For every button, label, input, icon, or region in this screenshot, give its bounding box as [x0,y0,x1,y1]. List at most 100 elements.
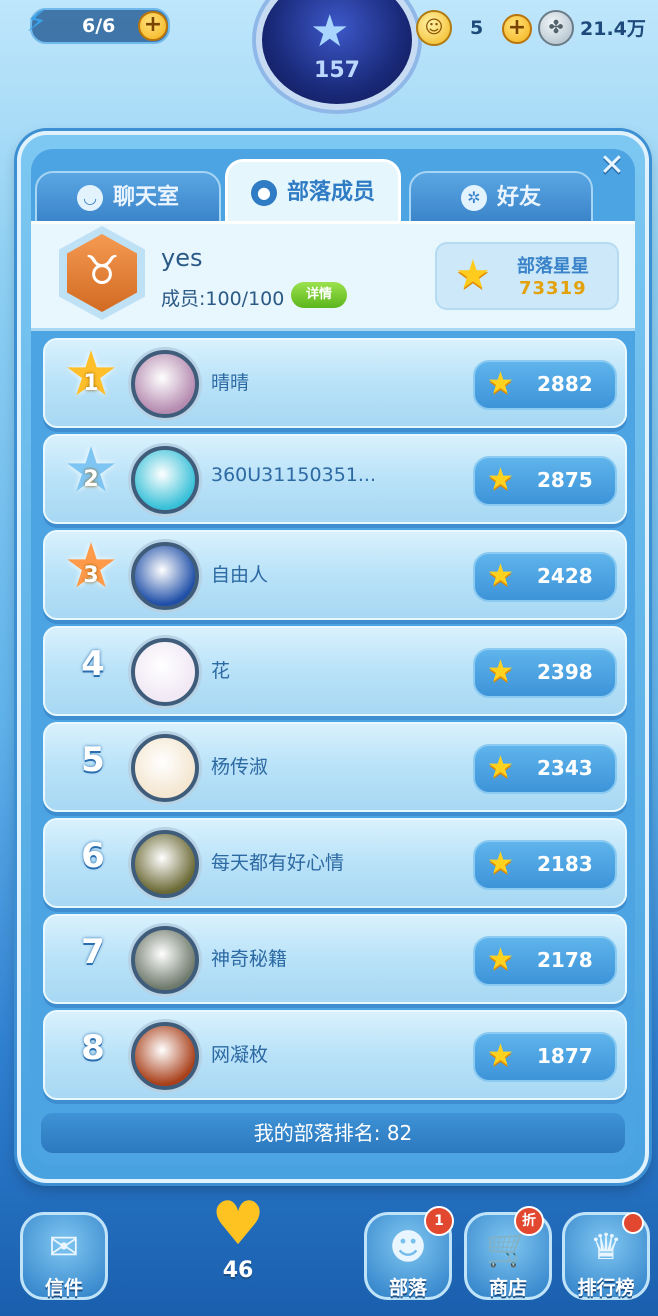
avatar[interactable] [131,446,199,514]
member-row[interactable]: 4 花 ★ 2398 [43,626,627,716]
mail-icon: ✉ [48,1227,80,1268]
score-value: 2882 [537,372,593,396]
score-box: ★ 2343 [473,744,617,794]
tribe-stars-label: 部落星星 [517,256,589,277]
star-icon: ★ [487,654,514,689]
score-value: 1877 [537,1044,593,1068]
gold-medal-icon: ★ 1 [61,343,121,405]
player-name: 自由人 [211,564,269,586]
player-name: 网凝枚 [211,1044,269,1066]
score-value: 2398 [537,660,593,684]
star-icon: ★ [487,942,514,977]
member-row[interactable]: 8 网凝枚 ★ 1877 [43,1010,627,1100]
details-button[interactable]: 详情 [291,282,347,308]
shop-label: 商店 [488,1277,527,1299]
star-icon: ★ [487,846,514,881]
score-value: 2875 [537,468,593,492]
tab-chat[interactable]: ◡ 聊天室 [35,171,221,225]
member-row[interactable]: ★ 3 自由人 ★ 2428 [43,530,627,620]
score-value: 2178 [537,948,593,972]
ranking-notification-dot [622,1212,644,1234]
heart-icon[interactable]: ♥ [206,1194,270,1254]
rank-number: 5 [81,740,105,780]
shop-discount-badge: 折 [514,1206,544,1236]
rank-number: 4 [81,644,105,684]
score-box: ★ 1877 [473,1032,617,1082]
score-box: ★ 2875 [473,456,617,506]
member-row[interactable]: ★ 2 360U31150351... ★ 2875 [43,434,627,524]
hearts-count: 46 [222,1258,254,1283]
clover-icon: ✤ [538,10,574,46]
silver-medal-icon: ★ 2 [61,439,121,501]
tribe-panel: ✕ ◡ 聊天室 ● 部落成员 ✲ 好友 ♉ yes 成员:100/100 详情 ★ 部… [17,131,649,1183]
tribe-label: 部落 [388,1277,427,1299]
score-value: 2343 [537,756,593,780]
star-icon: ★ [455,252,491,298]
rank-number: 8 [81,1028,105,1068]
tribe-members-count: 成员:100/100 [161,288,285,310]
close-button[interactable]: ✕ [595,149,629,183]
level-orb[interactable]: ★ 157 [256,0,418,110]
rank-number: 2 [83,467,99,492]
chat-icon: ◡ [76,185,103,211]
member-row[interactable]: 5 杨传淑 ★ 2343 [43,722,627,812]
avatar[interactable] [131,1022,199,1090]
coins-pill: 5 + [446,12,536,44]
star-icon: ★ [487,558,514,593]
tab-friends[interactable]: ✲ 好友 [409,171,593,225]
tab-label: 好友 [496,185,541,210]
avatar[interactable] [131,830,199,898]
energy-pill: ⚡ 6/6 + [26,6,170,44]
member-row[interactable]: 6 每天都有好心情 ★ 2183 [43,818,627,908]
tribe-header: ♉ yes 成员:100/100 详情 ★ 部落星星 73319 [31,221,635,331]
top-hud: ⚡ 6/6 + ★ 157 ☺ 5 + ✤ 21.4万 [0,0,658,110]
friends-icon: ✲ [460,185,487,211]
player-name: 神奇秘籍 [211,948,288,970]
star-icon: ★ [310,6,350,57]
member-row[interactable]: 7 神奇秘籍 ★ 2178 [43,914,627,1004]
score-box: ★ 2428 [473,552,617,602]
tab-members[interactable]: ● 部落成员 [225,159,401,229]
mail-label: 信件 [44,1277,83,1299]
player-name: 每天都有好心情 [211,852,345,874]
energy-value: 6/6 [82,15,116,37]
score-value: 2428 [537,564,593,588]
avatar[interactable] [131,734,199,802]
avatar[interactable] [131,350,199,418]
add-coins-button[interactable]: + [502,14,532,44]
rank-number: 6 [81,836,105,876]
bronze-medal-icon: ★ 3 [61,535,121,597]
avatar[interactable] [131,542,199,610]
star-icon: ★ [487,750,514,785]
level-number: 157 [314,58,360,83]
tribe-notification-badge: 1 [424,1206,454,1236]
tribe-name: yes [161,244,203,272]
tribe-stars-value: 73319 [519,278,587,299]
taurus-icon: ♉ [84,248,120,294]
score-box: ★ 2882 [473,360,617,410]
lightning-icon: ⚡ [26,4,48,39]
my-tribe-rank: 我的部落排名: 82 [41,1113,625,1153]
star-icon: ★ [487,1038,514,1073]
star-icon: ★ [487,462,514,497]
add-energy-button[interactable]: + [138,11,168,41]
player-name: 杨传淑 [211,756,269,778]
score-box: ★ 2398 [473,648,617,698]
avatar[interactable] [131,926,199,994]
rank-number: 7 [81,932,105,972]
tribe-stars-box: ★ 部落星星 73319 [435,242,619,310]
member-row[interactable]: ★ 1 晴晴 ★ 2882 [43,338,627,428]
rank-number: 3 [83,563,99,588]
mail-button[interactable]: ✉ 信件 [20,1212,108,1300]
score-box: ★ 2183 [473,840,617,890]
player-name: 360U31150351... [211,464,376,486]
star-icon: ★ [487,366,514,401]
score-box: ★ 2178 [473,936,617,986]
tab-label: 部落成员 [286,180,375,205]
player-name: 晴晴 [211,372,250,394]
score-value: 2183 [537,852,593,876]
members-icon: ● [250,180,277,206]
clovers-value: 21.4万 [580,18,646,40]
avatar[interactable] [131,638,199,706]
coins-value: 5 [470,17,484,39]
